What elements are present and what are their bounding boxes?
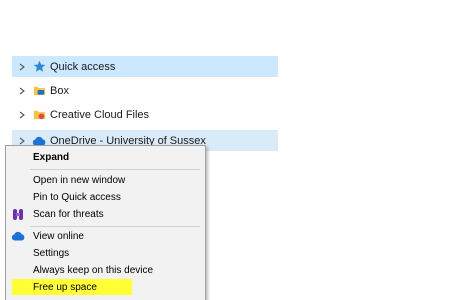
menu-item-label: View online <box>33 230 84 242</box>
menu-item-always-keep[interactable]: Always keep on this device <box>8 262 203 278</box>
chevron-right-icon[interactable] <box>14 111 30 119</box>
onedrive-cloud-icon <box>10 228 26 244</box>
nav-item-label: Creative Cloud Files <box>50 108 150 121</box>
menu-separator <box>30 169 200 170</box>
creative-cloud-folder-icon <box>32 108 46 122</box>
star-icon <box>32 60 46 74</box>
antivirus-scan-icon <box>10 206 26 222</box>
context-menu: Expand Open in new window Pin to Quick a… <box>5 145 206 300</box>
chevron-right-icon[interactable] <box>14 137 30 145</box>
menu-item-view-online[interactable]: View online <box>8 228 203 244</box>
box-folder-icon <box>32 84 46 98</box>
nav-item-quick-access[interactable]: Quick access <box>12 56 278 77</box>
menu-item-label: Pin to Quick access <box>33 191 121 203</box>
menu-item-pin-quick-access[interactable]: Pin to Quick access <box>8 189 203 205</box>
menu-item-open-new-window[interactable]: Open in new window <box>8 172 203 188</box>
nav-item-label: Quick access <box>50 60 116 73</box>
nav-item-creative-cloud-files[interactable]: Creative Cloud Files <box>12 104 278 125</box>
menu-item-scan-threats[interactable]: Scan for threats <box>8 206 203 222</box>
menu-item-expand[interactable]: Expand <box>8 149 203 165</box>
nav-item-box[interactable]: Box <box>12 80 278 101</box>
chevron-right-icon[interactable] <box>14 63 30 71</box>
menu-item-label: Scan for threats <box>33 208 104 220</box>
menu-item-label: Settings <box>33 247 70 259</box>
nav-item-label: Box <box>50 84 69 97</box>
menu-item-label: Expand <box>33 151 70 163</box>
menu-item-label: Open in new window <box>33 174 126 186</box>
explorer-window: Quick access Box Creative Cloud Files On… <box>0 0 474 300</box>
chevron-right-icon[interactable] <box>14 87 30 95</box>
menu-item-label: Always keep on this device <box>33 264 154 276</box>
menu-separator <box>30 226 200 227</box>
menu-item-free-up-space[interactable]: Free up space <box>12 279 132 295</box>
menu-item-label: Free up space <box>33 281 97 293</box>
menu-item-settings[interactable]: Settings <box>8 245 203 261</box>
